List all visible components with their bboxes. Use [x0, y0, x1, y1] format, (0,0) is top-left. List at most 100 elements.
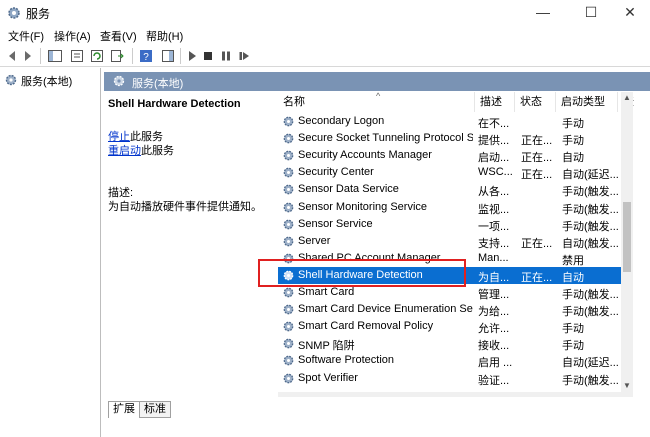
title-bar: 服务 — ☐ ✕: [0, 0, 650, 25]
services-gear-icon: [5, 74, 17, 86]
toolbar: ?: [0, 45, 650, 67]
service-gear-icon: [283, 133, 294, 144]
service-name-cell: Security Center: [298, 166, 374, 179]
service-startup-cell: 自动: [562, 271, 584, 284]
horizontal-scrollbar[interactable]: [278, 392, 633, 397]
back-arrow-icon[interactable]: [4, 48, 20, 64]
show-hide-icon[interactable]: [160, 48, 176, 64]
sort-ascending-icon: ^: [376, 92, 381, 101]
service-gear-icon: [283, 338, 294, 349]
service-status-cell: 正在...: [521, 135, 553, 148]
table-row[interactable]: Sensor Service一项...手动(触发...本: [278, 216, 633, 233]
restart-service-icon[interactable]: [236, 48, 252, 64]
service-name-cell: Smart Card Removal Policy: [298, 320, 434, 333]
tree-item-label: 服务(本地): [21, 76, 73, 88]
service-startup-cell: 自动(延迟...: [562, 357, 619, 370]
maximize-button[interactable]: ☐: [568, 0, 614, 25]
service-description-cell: 启动...: [478, 152, 510, 165]
service-description-panel: Shell Hardware Detection 停止此服务 重启动此服务 描述…: [108, 96, 273, 396]
table-row[interactable]: SNMP 陷阱接收...手动本: [278, 335, 633, 353]
restart-service-line: 重启动此服务: [108, 142, 174, 158]
refresh-icon[interactable]: [89, 48, 105, 64]
service-description-cell: 支持...: [478, 237, 510, 250]
highlight-annotation-box: [258, 259, 466, 287]
table-row[interactable]: Security CenterWSC...正在...自动(延迟...本: [278, 164, 633, 182]
stop-service-icon[interactable]: [200, 48, 216, 64]
service-startup-cell: 手动: [562, 323, 584, 336]
table-row[interactable]: Secondary Logon在不...手动本: [278, 113, 633, 130]
close-button[interactable]: ✕: [610, 0, 650, 25]
column-header-name[interactable]: 名称 ^: [278, 92, 475, 112]
service-description-cell: 提供...: [478, 135, 510, 148]
services-list: 名称 ^ 描述 状态 启动类型 登 Secondary Logon在不...手动…: [278, 92, 650, 392]
toolbar-separator: [132, 48, 133, 64]
scroll-down-icon[interactable]: ▼: [621, 380, 633, 392]
service-name-cell: Security Accounts Manager: [298, 149, 432, 162]
service-startup-cell: 手动(触发...: [562, 203, 619, 216]
pause-service-icon[interactable]: [218, 48, 234, 64]
service-gear-icon: [283, 150, 294, 161]
properties-icon[interactable]: [69, 48, 85, 64]
service-startup-cell: 手动(触发...: [562, 289, 619, 301]
table-row[interactable]: Spot Verifier验证...手动(触发...本: [278, 370, 633, 387]
service-status-cell: 正在...: [521, 169, 553, 182]
start-service-icon[interactable]: [184, 48, 200, 64]
vertical-scrollbar[interactable]: ▲ ▼: [621, 92, 633, 392]
service-description-cell: 验证...: [478, 374, 510, 387]
table-row[interactable]: Secure Socket Tunneling Protocol S... 提供.…: [278, 130, 633, 148]
minimize-button[interactable]: —: [520, 0, 566, 25]
table-row[interactable]: Smart Card Removal Policy允许...手动本: [278, 318, 633, 336]
service-startup-cell: 自动(触发...: [562, 237, 619, 250]
tab-standard[interactable]: 标准: [139, 401, 171, 418]
console-tree-icon[interactable]: [47, 48, 63, 64]
service-startup-cell: 手动: [562, 340, 584, 353]
service-gear-icon: [283, 356, 294, 366]
service-name-cell: Sensor Monitoring Service: [298, 200, 428, 213]
service-gear-icon: [283, 236, 294, 247]
restart-service-suffix: 此服务: [141, 145, 174, 157]
service-description-cell: 启用 ...: [478, 357, 513, 370]
column-header-name-label: 名称: [283, 96, 305, 108]
service-name-cell: Sensor Service: [298, 217, 373, 230]
scroll-thumb[interactable]: [623, 202, 631, 272]
service-name-cell: Sensor Data Service: [298, 183, 399, 196]
service-description-cell: 为自...: [478, 271, 510, 284]
column-header-startup-type[interactable]: 启动类型: [556, 92, 618, 112]
column-header-description[interactable]: 描述: [475, 92, 515, 112]
help-icon[interactable]: ?: [138, 48, 154, 64]
services-pane: 服务(本地) Shell Hardware Detection 停止此服务 重启…: [104, 68, 650, 437]
forward-arrow-icon[interactable]: [20, 48, 36, 64]
service-name-cell: Server: [298, 234, 331, 247]
table-row[interactable]: Smart Card Device Enumeration Se... 为给...…: [278, 301, 633, 318]
service-name-cell: Smart Card: [298, 286, 355, 298]
service-name-cell: SNMP 陷阱: [298, 340, 355, 353]
service-gear-icon: [283, 373, 294, 383]
table-row[interactable]: Server支持...正在...自动(触发...本: [278, 233, 633, 250]
service-startup-cell: 手动(触发...: [562, 374, 619, 387]
menu-action[interactable]: 操作(A): [54, 28, 91, 44]
menu-file[interactable]: 文件(F): [8, 28, 44, 44]
table-row[interactable]: Sensor Monitoring Service监视...手动(触发...本: [278, 199, 633, 216]
toolbar-separator: [40, 48, 41, 64]
scroll-up-icon[interactable]: ▲: [621, 92, 633, 104]
pane-header-title: 服务(本地): [132, 78, 184, 90]
table-row[interactable]: Security Accounts Manager启动...正在...自动本: [278, 147, 633, 165]
table-row[interactable]: Software Protection启用 ...自动(延迟...网: [278, 352, 633, 370]
service-gear-icon: [283, 321, 294, 332]
restart-service-link[interactable]: 重启动: [108, 145, 141, 157]
service-name-cell: Secure Socket Tunneling Protocol S...: [298, 132, 473, 145]
service-startup-cell: 自动(延迟...: [562, 169, 619, 182]
selected-service-title: Shell Hardware Detection: [108, 98, 241, 110]
service-status-cell: 正在...: [521, 152, 553, 165]
menu-help[interactable]: 帮助(H): [146, 28, 183, 44]
service-startup-cell: 手动(触发...: [562, 186, 619, 199]
service-startup-cell: 手动: [562, 135, 584, 148]
menu-view[interactable]: 查看(V): [100, 28, 137, 44]
service-description-cell: Man...: [478, 251, 509, 264]
export-list-icon[interactable]: [109, 48, 125, 64]
tab-extended[interactable]: 扩展: [108, 401, 140, 418]
service-status-cell: 正在...: [521, 237, 553, 250]
column-header-status[interactable]: 状态: [515, 92, 556, 112]
table-row[interactable]: Sensor Data Service从各...手动(触发...本: [278, 181, 633, 199]
service-description-cell: 监视...: [478, 203, 510, 216]
